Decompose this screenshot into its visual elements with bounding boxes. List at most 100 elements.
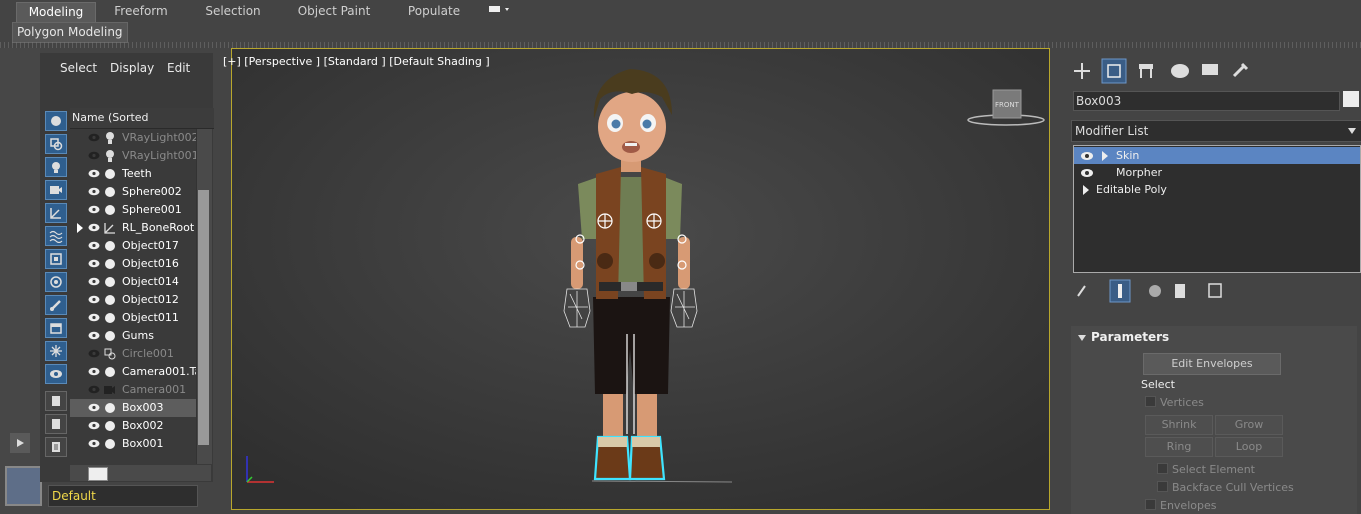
shrink-button[interactable]: Shrink (1145, 415, 1213, 435)
tab-populate[interactable]: Populate (396, 2, 472, 21)
list-item-label: Object016 (122, 257, 179, 270)
expand-arrow-icon[interactable] (1101, 151, 1109, 161)
edit-envelopes-button[interactable]: Edit Envelopes (1143, 353, 1281, 375)
list-item[interactable]: Box002 (70, 417, 196, 435)
explorer-scroll-thumb[interactable] (198, 190, 209, 445)
modifier-list-dropdown[interactable]: Modifier List (1071, 120, 1361, 142)
list-item-label: Object011 (122, 311, 179, 324)
filter-list-icon[interactable] (45, 391, 67, 411)
visibility-eye-icon[interactable] (88, 421, 100, 430)
list-item-label: Object017 (122, 239, 179, 252)
expand-button[interactable] (10, 433, 30, 453)
list-item[interactable]: Circle001 (70, 345, 196, 363)
visibility-eye-icon[interactable] (88, 331, 100, 340)
stack-item-morpher[interactable]: Morpher (1074, 164, 1360, 181)
tab-selection[interactable]: Selection (192, 2, 274, 21)
grow-button[interactable]: Grow (1215, 415, 1283, 435)
list-item[interactable]: Sphere001 (70, 201, 196, 219)
filter-page-icon[interactable] (45, 414, 67, 434)
list-item[interactable]: Box001 (70, 435, 196, 453)
tab-polygon-modeling[interactable]: Polygon Modeling (12, 22, 128, 43)
visibility-eye-icon[interactable] (88, 133, 100, 142)
ring-button[interactable]: Ring (1145, 437, 1213, 457)
visibility-eye-icon[interactable] (88, 385, 100, 394)
list-item[interactable]: Object016 (70, 255, 196, 273)
visibility-eye-icon[interactable] (88, 403, 100, 412)
object-name-field[interactable]: Box003 (1073, 91, 1340, 111)
visibility-eye-icon[interactable] (88, 349, 100, 358)
menu-display[interactable]: Display (110, 61, 154, 75)
list-item[interactable]: Object014 (70, 273, 196, 291)
visibility-eye-icon[interactable] (88, 223, 100, 232)
ribbon-options-dropdown[interactable] (484, 2, 514, 21)
filter-geometry-icon[interactable] (45, 111, 67, 131)
filter-xrefs-icon[interactable] (45, 272, 67, 292)
list-item[interactable]: Object011 (70, 309, 196, 327)
list-item[interactable]: Box003 (70, 399, 196, 417)
select-element-checkbox[interactable]: Select Element (1157, 463, 1255, 476)
stack-item-editable-poly[interactable]: Editable Poly (1074, 181, 1360, 198)
filter-containers-icon[interactable] (45, 318, 67, 338)
visibility-eye-icon[interactable] (88, 259, 100, 268)
list-item[interactable]: RL_BoneRoot (70, 219, 196, 237)
list-item[interactable]: Camera001.Ta (70, 363, 196, 381)
tab-modeling[interactable]: Modeling (16, 2, 96, 23)
list-item-label: VRayLight001 (122, 149, 196, 162)
geometry-icon (105, 187, 115, 197)
list-item[interactable]: VRayLight002 (70, 129, 196, 147)
eye-icon[interactable] (1080, 168, 1094, 178)
tab-object-paint[interactable]: Object Paint (290, 2, 378, 21)
list-item[interactable]: VRayLight001 (70, 147, 196, 165)
viewport-perspective[interactable]: FRONT (231, 48, 1050, 510)
filter-groups-icon[interactable] (45, 249, 67, 269)
list-item[interactable]: Sphere002 (70, 183, 196, 201)
expand-arrow-icon[interactable] (76, 223, 84, 233)
list-item[interactable]: Object012 (70, 291, 196, 309)
expand-arrow-icon[interactable] (1082, 185, 1090, 195)
explorer-hscroll-thumb[interactable] (88, 467, 108, 481)
visibility-eye-icon[interactable] (88, 313, 100, 322)
list-item[interactable]: Object017 (70, 237, 196, 255)
layer-dropdown[interactable]: Default (48, 485, 198, 507)
menu-select[interactable]: Select (60, 61, 97, 75)
envelopes-checkbox[interactable]: Envelopes (1145, 499, 1216, 512)
visibility-eye-icon[interactable] (88, 277, 100, 286)
list-item[interactable]: Teeth (70, 165, 196, 183)
menu-edit[interactable]: Edit (167, 61, 190, 75)
filter-spacewarps-icon[interactable] (45, 226, 67, 246)
backface-cull-checkbox[interactable]: Backface Cull Vertices (1157, 481, 1294, 494)
list-item[interactable]: Gums (70, 327, 196, 345)
list-item-label: VRayLight002 (122, 131, 196, 144)
filter-hidden-icon[interactable] (45, 364, 67, 384)
stack-item-skin[interactable]: Skin (1074, 147, 1360, 164)
visibility-eye-icon[interactable] (88, 295, 100, 304)
visibility-eye-icon[interactable] (88, 187, 100, 196)
collapse-arrow-icon[interactable] (1077, 334, 1087, 342)
filter-frozen-icon[interactable] (45, 341, 67, 361)
filter-helpers-icon[interactable] (45, 203, 67, 223)
filter-shapes-icon[interactable] (45, 134, 67, 154)
geometry-icon (105, 421, 115, 431)
rollout-title[interactable]: Parameters (1091, 330, 1169, 344)
filter-cameras-icon[interactable] (45, 180, 67, 200)
filter-lights-icon[interactable] (45, 157, 67, 177)
layer-color-swatch[interactable] (5, 466, 42, 506)
eye-icon[interactable] (1080, 151, 1094, 161)
vertices-checkbox[interactable]: Vertices (1145, 396, 1204, 409)
tab-freeform[interactable]: Freeform (102, 2, 180, 21)
visibility-eye-icon[interactable] (88, 205, 100, 214)
visibility-eye-icon[interactable] (88, 169, 100, 178)
light-icon (106, 150, 114, 162)
loop-button[interactable]: Loop (1215, 437, 1283, 457)
filter-bones-icon[interactable] (45, 295, 67, 315)
visibility-eye-icon[interactable] (88, 367, 100, 376)
object-color-swatch[interactable] (1343, 91, 1359, 107)
filter-doc-icon[interactable] (45, 437, 67, 457)
visibility-eye-icon[interactable] (88, 151, 100, 160)
viewport-label[interactable]: [+] [Perspective ] [Standard ] [Default … (223, 55, 490, 68)
visibility-eye-icon[interactable] (88, 439, 100, 448)
parameters-rollout: Parameters Edit Envelopes Select Vertice… (1071, 326, 1357, 514)
list-item[interactable]: Camera001 (70, 381, 196, 399)
column-header-name[interactable]: Name (Sorted Descending) (70, 108, 214, 144)
visibility-eye-icon[interactable] (88, 241, 100, 250)
